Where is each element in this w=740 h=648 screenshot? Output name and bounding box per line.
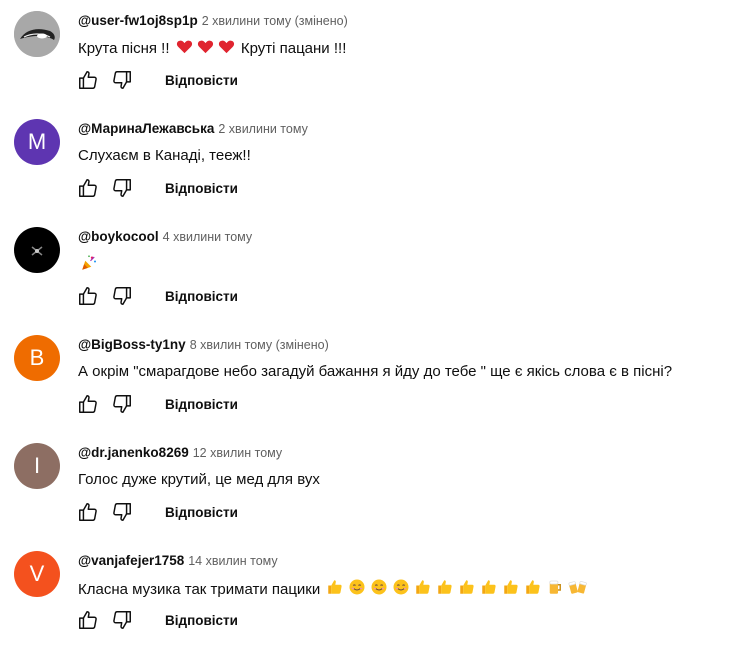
thumbs-up-icon <box>77 285 99 312</box>
comment-time[interactable]: 2 хвилини тому <box>218 122 307 136</box>
reply-button[interactable]: Відповісти <box>165 73 238 88</box>
comment-text: Класна музика так тримати пацики <box>78 580 321 598</box>
thumbs-down-icon <box>111 285 133 312</box>
avatar[interactable] <box>14 227 60 273</box>
comment-time[interactable]: 4 хвилини тому <box>163 230 252 244</box>
comment-text: Слухаєм в Канаді, тееж!! <box>78 147 251 164</box>
like-button[interactable] <box>76 502 100 526</box>
reply-button[interactable]: Відповісти <box>165 505 238 520</box>
comment-header: @vanjafejer1758 14 хвилин тому <box>78 552 278 570</box>
smile-icon <box>370 578 388 602</box>
avatar-letter: I <box>33 453 41 478</box>
thumbs-up-icon <box>480 578 498 602</box>
heart-icon <box>197 38 214 60</box>
comment-body: Голос дуже крутий, це мед для вух <box>78 470 320 490</box>
heart-icon <box>218 38 235 60</box>
user-avatar-icon <box>31 246 43 256</box>
comment-body <box>78 254 100 278</box>
reply-button[interactable]: Відповісти <box>165 181 238 196</box>
like-button[interactable] <box>76 286 100 310</box>
comment-author[interactable]: @boykocool <box>78 229 159 244</box>
thumbs-up-icon <box>524 578 542 602</box>
comment-body: А окрім "смарагдове небо загадуй бажання… <box>78 362 672 382</box>
reply-button[interactable]: Відповісти <box>165 613 238 628</box>
thumbs-down-icon <box>111 609 133 636</box>
avatar-letter: V <box>29 561 45 586</box>
avatar-letter: B <box>29 345 45 370</box>
comment-author[interactable]: @BigBoss-ty1ny <box>78 337 186 352</box>
user-avatar-icon <box>14 11 60 57</box>
comment-author[interactable]: @dr.janenko8269 <box>78 445 189 460</box>
reply-button[interactable]: Відповісти <box>165 397 238 412</box>
comment-item: I @dr.janenko8269 12 хвилин тому Голос дуже… <box>0 432 740 540</box>
smile-icon <box>348 578 366 602</box>
dislike-button[interactable] <box>110 394 134 418</box>
like-button[interactable] <box>76 70 100 94</box>
like-button[interactable] <box>76 610 100 634</box>
comment-time[interactable]: 14 хвилин тому <box>188 554 277 568</box>
thumbs-down-icon <box>111 501 133 528</box>
heart-icon <box>176 38 193 60</box>
smile-icon <box>392 578 410 602</box>
avatar[interactable]: B <box>14 335 60 381</box>
comment-header: @boykocool 4 хвилини тому <box>78 228 252 246</box>
thumbs-up-icon <box>436 578 454 602</box>
avatar[interactable] <box>14 11 60 57</box>
comment-header: @BigBoss-ty1ny 8 хвилин тому (змінено) <box>78 336 329 354</box>
comment-header: @dr.janenko8269 12 хвилин тому <box>78 444 282 462</box>
avatar-letter: M <box>27 129 47 154</box>
dislike-button[interactable] <box>110 502 134 526</box>
comment-body: Слухаєм в Канаді, тееж!! <box>78 146 251 166</box>
thumbs-down-icon <box>111 177 133 204</box>
thumbs-up-icon <box>326 578 344 602</box>
comment-text: Крута пісня !! <box>78 39 170 57</box>
comment-text: Голос дуже крутий, це мед для вух <box>78 471 320 488</box>
clinking-beers-icon <box>568 578 588 602</box>
comment-item: V @vanjafejer1758 14 хвилин тому Класна муз… <box>0 540 740 648</box>
thumbs-up-icon <box>77 69 99 96</box>
comment-text: А окрім "смарагдове небо загадуй бажання… <box>78 363 673 380</box>
comment-author[interactable]: @МаринаЛежавська <box>78 121 214 136</box>
thumbs-down-icon <box>111 393 133 420</box>
like-button[interactable] <box>76 178 100 202</box>
comment-body: Крута пісня !! Круті пацани !!! <box>78 38 346 60</box>
avatar[interactable]: M <box>14 119 60 165</box>
beer-icon <box>546 578 564 602</box>
thumbs-up-icon <box>77 393 99 420</box>
comment-item: B @BigBoss-ty1ny 8 хвилин тому (змінено) А … <box>0 324 740 432</box>
comment-body: Класна музика так тримати пацики <box>78 578 590 602</box>
dislike-button[interactable] <box>110 286 134 310</box>
comment-time[interactable]: 2 хвилини тому (змінено) <box>202 14 348 28</box>
thumbs-up-icon <box>77 501 99 528</box>
comment-time[interactable]: 12 хвилин тому <box>193 446 282 460</box>
dislike-button[interactable] <box>110 70 134 94</box>
like-button[interactable] <box>76 394 100 418</box>
comment-item: @user-fw1oj8sp1p 2 хвилини тому (змінено)… <box>0 0 740 108</box>
thumbs-up-icon <box>502 578 520 602</box>
avatar[interactable]: V <box>14 551 60 597</box>
thumbs-down-icon <box>111 69 133 96</box>
comment-header: @МаринаЛежавська 2 хвилини тому <box>78 120 308 138</box>
comment-header: @user-fw1oj8sp1p 2 хвилини тому (змінено) <box>78 12 348 30</box>
comment-text-continued: Круті пацани !!! <box>240 39 347 57</box>
thumbs-up-icon <box>77 177 99 204</box>
dislike-button[interactable] <box>110 610 134 634</box>
thumbs-up-icon <box>414 578 432 602</box>
thumbs-up-icon <box>458 578 476 602</box>
party-popper-icon <box>80 254 98 278</box>
comment-time[interactable]: 8 хвилин тому (змінено) <box>190 338 329 352</box>
dislike-button[interactable] <box>110 178 134 202</box>
avatar[interactable]: I <box>14 443 60 489</box>
thumbs-up-icon <box>77 609 99 636</box>
comment-item: @boykocool 4 хвилини тому Відповісти <box>0 216 740 324</box>
comment-author[interactable]: @user-fw1oj8sp1p <box>78 13 198 28</box>
reply-button[interactable]: Відповісти <box>165 289 238 304</box>
comment-author[interactable]: @vanjafejer1758 <box>78 553 184 568</box>
comment-item: M @МаринаЛежавська 2 хвилини тому Слухаєм в… <box>0 108 740 216</box>
